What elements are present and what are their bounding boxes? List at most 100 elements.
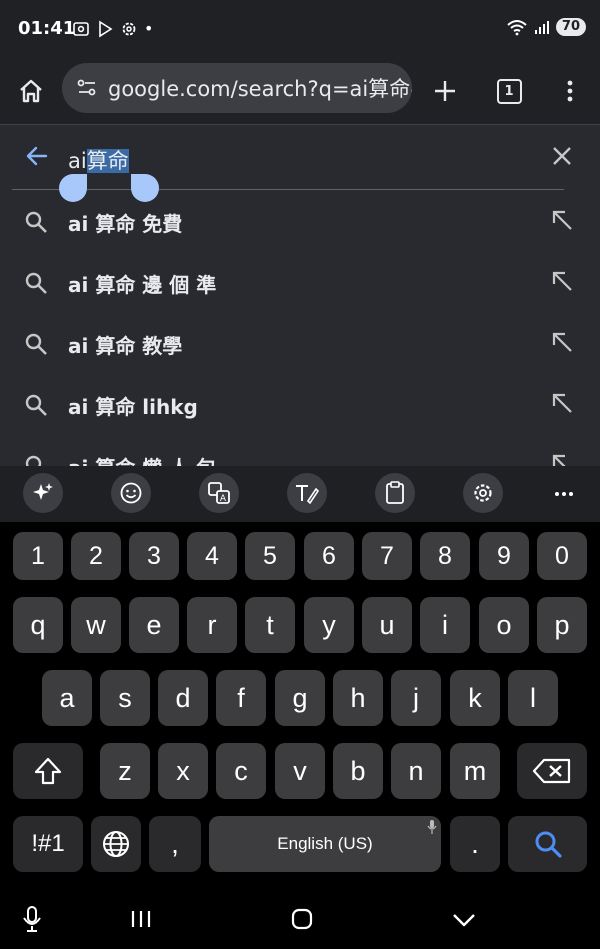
key-n[interactable]: n xyxy=(391,743,441,799)
translate-icon: A xyxy=(208,482,230,504)
omnibox[interactable]: google.com/search?q=ai算命&c xyxy=(62,63,412,113)
key-6[interactable]: 6 xyxy=(304,532,354,580)
back-arrow-icon xyxy=(26,146,48,166)
suggestion-label: ai 算命 教學 xyxy=(68,334,183,358)
key-9[interactable]: 9 xyxy=(479,532,529,580)
suggestion-item[interactable]: ai 算命 免費 xyxy=(0,192,600,253)
key-c[interactable]: c xyxy=(216,743,266,799)
search-key[interactable] xyxy=(508,816,587,872)
wifi-icon xyxy=(507,20,527,36)
ai-tools-button[interactable] xyxy=(23,473,63,513)
home-nav-button[interactable] xyxy=(291,908,313,934)
key-q[interactable]: q xyxy=(13,597,63,653)
key-v[interactable]: v xyxy=(275,743,325,799)
suggestion-item[interactable]: ai 算命 教學 xyxy=(0,314,600,375)
key-5[interactable]: 5 xyxy=(245,532,295,580)
clear-button[interactable] xyxy=(551,145,573,171)
key-7[interactable]: 7 xyxy=(362,532,412,580)
signal-icon xyxy=(534,21,549,34)
key-d[interactable]: d xyxy=(158,670,208,726)
key-0[interactable]: 0 xyxy=(537,532,587,580)
site-settings-icon[interactable] xyxy=(76,77,98,99)
key-r[interactable]: r xyxy=(187,597,237,653)
key-t[interactable]: t xyxy=(245,597,295,653)
back-button[interactable] xyxy=(24,143,50,173)
fill-query-arrow-icon[interactable] xyxy=(550,330,574,354)
home-button[interactable] xyxy=(14,74,48,108)
suggestion-item[interactable]: ai 算命 邊 個 準 xyxy=(0,253,600,314)
gear-icon xyxy=(474,484,492,502)
shift-key[interactable] xyxy=(13,743,83,799)
language-key[interactable] xyxy=(91,816,141,872)
key-w[interactable]: w xyxy=(71,597,121,653)
more-vert-icon xyxy=(567,80,573,102)
search-query-row: ai算命 xyxy=(0,125,600,189)
menu-button[interactable] xyxy=(556,74,584,108)
clipboard-icon xyxy=(386,481,404,504)
key-1[interactable]: 1 xyxy=(13,532,63,580)
fill-query-arrow-icon[interactable] xyxy=(550,452,574,467)
key-g[interactable]: g xyxy=(275,670,325,726)
search-icon xyxy=(25,272,47,294)
backspace-icon xyxy=(532,758,571,784)
more-horiz-icon xyxy=(555,492,573,496)
suggestion-label: ai 算命 懶 人 包 xyxy=(68,452,216,467)
new-tab-button[interactable] xyxy=(428,74,462,108)
suggestion-label: ai 算命 lihkg xyxy=(68,395,198,419)
tab-switcher-button[interactable]: 1 xyxy=(492,74,526,108)
fill-query-arrow-icon[interactable] xyxy=(550,208,574,232)
key-8[interactable]: 8 xyxy=(420,532,470,580)
search-input[interactable]: ai算命 xyxy=(68,145,129,175)
key-o[interactable]: o xyxy=(479,597,529,653)
screenshot-icon xyxy=(73,21,89,36)
suggestion-item[interactable]: ai 算命 lihkg xyxy=(0,375,600,436)
close-icon xyxy=(553,147,571,165)
fill-query-arrow-icon[interactable] xyxy=(550,269,574,293)
key-h[interactable]: h xyxy=(333,670,383,726)
key-b[interactable]: b xyxy=(333,743,383,799)
recents-icon xyxy=(131,911,151,927)
comma-key[interactable]: , xyxy=(149,816,201,872)
key-l[interactable]: l xyxy=(508,670,558,726)
key-p[interactable]: p xyxy=(537,597,587,653)
key-e[interactable]: e xyxy=(129,597,179,653)
query-divider xyxy=(12,189,564,190)
period-key[interactable]: . xyxy=(450,816,500,872)
key-4[interactable]: 4 xyxy=(187,532,237,580)
emoji-button[interactable] xyxy=(111,473,151,513)
key-i[interactable]: i xyxy=(420,597,470,653)
key-s[interactable]: s xyxy=(100,670,150,726)
backspace-key[interactable] xyxy=(517,743,587,799)
symbols-key[interactable]: !#1 xyxy=(13,816,83,872)
query-plain: ai xyxy=(68,149,87,173)
key-y[interactable]: y xyxy=(304,597,354,653)
browser-toolbar: google.com/search?q=ai算命&c 1 xyxy=(0,58,600,124)
key-x[interactable]: x xyxy=(158,743,208,799)
translate-button[interactable]: A xyxy=(199,473,239,513)
voice-input-button[interactable] xyxy=(22,906,42,936)
status-bar: 01:41 • 70 xyxy=(0,0,600,58)
play-store-icon xyxy=(99,20,113,37)
key-z[interactable]: z xyxy=(100,743,150,799)
clipboard-button[interactable] xyxy=(375,473,415,513)
key-2[interactable]: 2 xyxy=(71,532,121,580)
suggestion-item[interactable]: ai 算命 懶 人 包 xyxy=(0,436,600,467)
hide-keyboard-button[interactable] xyxy=(452,912,476,932)
more-tools-button[interactable] xyxy=(552,480,576,508)
keyboard-settings-button[interactable] xyxy=(463,473,503,513)
key-k[interactable]: k xyxy=(450,670,500,726)
query-selected: 算命 xyxy=(86,149,129,173)
key-3[interactable]: 3 xyxy=(129,532,179,580)
space-key[interactable]: English (US) xyxy=(209,816,441,872)
search-icon xyxy=(535,831,562,858)
key-a[interactable]: a xyxy=(42,670,92,726)
space-label: English (US) xyxy=(277,834,373,853)
key-f[interactable]: f xyxy=(216,670,266,726)
fill-query-arrow-icon[interactable] xyxy=(550,391,574,415)
search-icon xyxy=(25,394,47,416)
key-j[interactable]: j xyxy=(391,670,441,726)
recent-apps-button[interactable] xyxy=(130,909,152,933)
handwriting-button[interactable] xyxy=(287,473,327,513)
key-u[interactable]: u xyxy=(362,597,412,653)
key-m[interactable]: m xyxy=(450,743,500,799)
